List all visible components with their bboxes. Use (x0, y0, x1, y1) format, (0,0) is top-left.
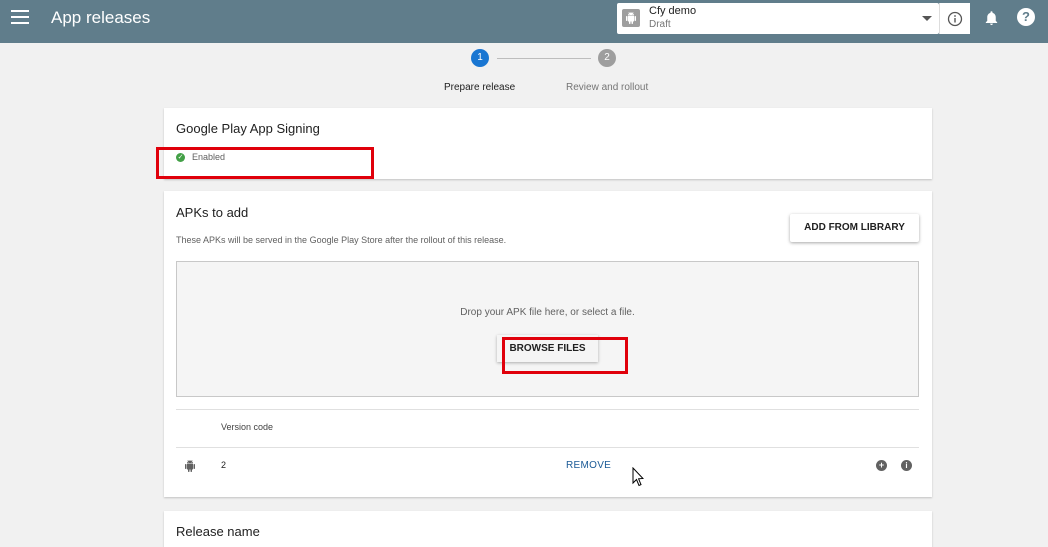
add-circle-icon[interactable]: + (876, 460, 887, 471)
step-2-label[interactable]: Review and rollout (566, 82, 648, 93)
step-1-indicator: 1 (471, 49, 489, 67)
table-divider (176, 447, 919, 448)
dropzone-text: Drop your APK file here, or select a fil… (460, 307, 635, 318)
mouse-cursor-icon (632, 466, 645, 492)
add-from-library-button[interactable]: ADD FROM LIBRARY (790, 214, 919, 242)
notifications-bell-icon[interactable] (983, 9, 1000, 32)
apks-description: These APKs will be served in the Google … (176, 235, 507, 245)
android-icon (622, 9, 640, 27)
chevron-down-icon (922, 16, 932, 21)
release-name-card: Release name (164, 511, 932, 547)
page-title: App releases (51, 8, 151, 27)
android-icon (184, 459, 196, 478)
menu-icon[interactable] (11, 10, 29, 24)
remove-apk-button[interactable]: REMOVE (566, 460, 611, 471)
app-name: Cfy demo (649, 5, 697, 17)
app-selector[interactable]: Cfy demo Draft (617, 3, 939, 34)
apk-dropzone[interactable]: Drop your APK file here, or select a fil… (176, 261, 919, 397)
table-divider (176, 409, 919, 410)
step-1-label[interactable]: Prepare release (444, 82, 515, 93)
column-header-version-code: Version code (221, 422, 274, 432)
step-2-indicator: 2 (598, 49, 616, 67)
app-signing-title: Google Play App Signing (176, 121, 320, 136)
help-icon[interactable]: ? (1017, 8, 1035, 26)
info-circle-icon[interactable]: i (901, 460, 912, 471)
apk-version-code: 2 (221, 460, 227, 470)
app-status: Draft (649, 19, 671, 30)
release-name-title: Release name (176, 524, 260, 539)
highlight-box-browse (502, 337, 628, 374)
stepper-connector (497, 58, 591, 59)
apks-title: APKs to add (176, 205, 249, 220)
highlight-box-enabled (156, 147, 374, 179)
info-icon[interactable] (939, 3, 970, 34)
top-app-bar: App releases Cfy demo Draft ? (0, 0, 1048, 43)
